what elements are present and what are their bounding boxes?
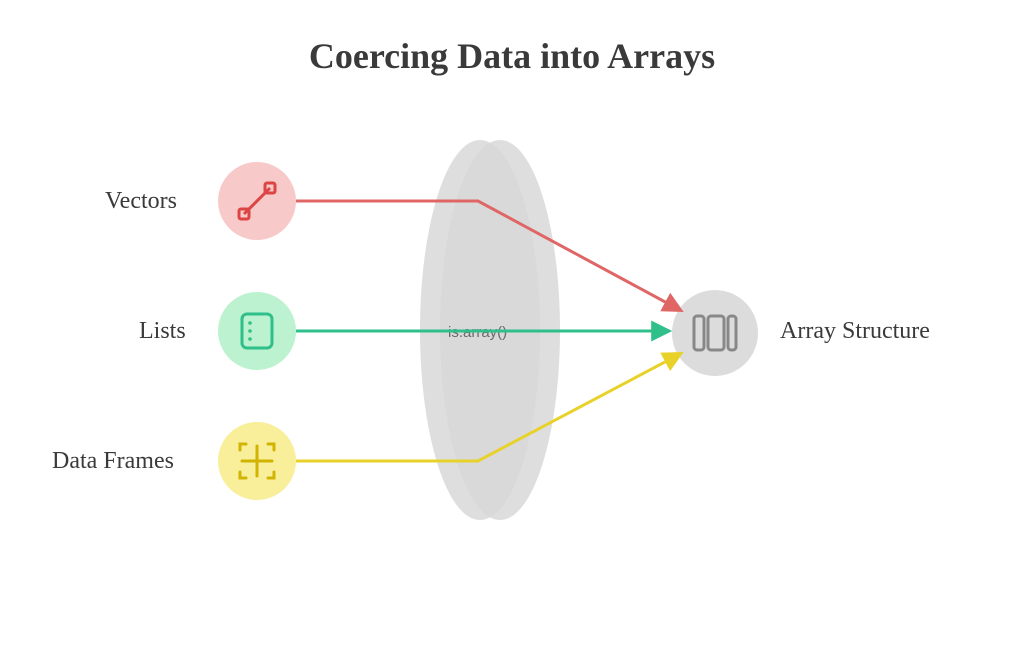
node-lists — [218, 292, 296, 370]
label-frames: Data Frames — [52, 448, 174, 475]
diagram-title: Coercing Data into Arrays — [0, 35, 1024, 77]
label-lists: Lists — [139, 318, 186, 345]
label-vectors: Vectors — [105, 188, 177, 215]
node-vectors — [218, 162, 296, 240]
node-frames — [218, 422, 296, 500]
label-array: Array Structure — [780, 318, 930, 345]
function-label: is.array() — [448, 324, 507, 341]
node-array — [672, 290, 758, 376]
diagram-stage: is.array() Vectors Lists Data Frames — [0, 100, 1024, 600]
vector-icon — [234, 178, 280, 224]
array-icon — [688, 306, 742, 360]
dataframe-icon — [232, 436, 282, 486]
list-icon — [234, 308, 280, 354]
